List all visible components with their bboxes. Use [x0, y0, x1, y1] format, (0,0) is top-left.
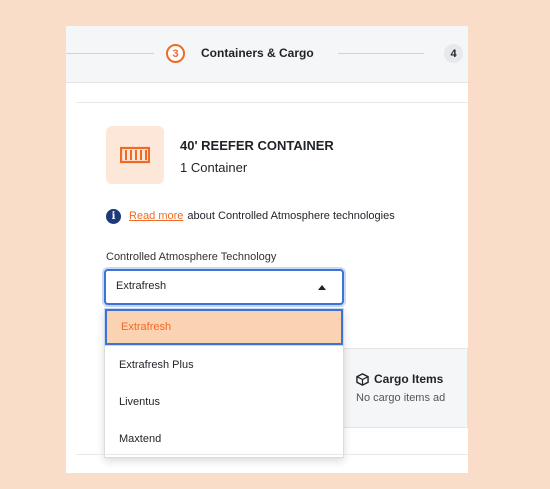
ca-option-maxtend[interactable]: Maxtend	[105, 421, 343, 457]
ca-options-dropdown: Extrafresh Extrafresh Plus Liventus Maxt…	[104, 308, 344, 458]
ca-option-extrafresh[interactable]: Extrafresh	[105, 309, 343, 345]
step-4-indicator[interactable]: 4	[444, 44, 463, 63]
ca-info-row: i Read more about Controlled Atmosphere …	[106, 207, 395, 225]
progress-stepper: 3 Containers & Cargo 4	[66, 26, 468, 83]
chevron-up-icon[interactable]	[318, 285, 326, 290]
section-divider	[76, 454, 468, 455]
info-text: about Controlled Atmosphere technologies	[187, 210, 395, 222]
container-title: 40' REEFER CONTAINER	[180, 138, 334, 153]
ca-option-liventus[interactable]: Liventus	[105, 384, 343, 420]
stepper-line	[66, 53, 154, 54]
info-icon: i	[106, 208, 121, 224]
ca-select-value: Extrafresh	[116, 280, 167, 292]
section-divider	[76, 102, 468, 103]
main-card: 3 Containers & Cargo 4 40' REEFER CONTAI…	[66, 26, 468, 473]
stepper-line	[338, 53, 424, 54]
package-icon	[356, 372, 369, 386]
cargo-items-title: Cargo Items	[356, 372, 443, 386]
container-count: 1 Container	[180, 160, 248, 175]
ca-technology-select[interactable]: Extrafresh	[104, 269, 344, 305]
read-more-link[interactable]: Read more	[129, 210, 183, 222]
ca-option-extrafresh-plus[interactable]: Extrafresh Plus	[105, 347, 343, 383]
step-3-indicator[interactable]: 3	[166, 44, 185, 63]
step-3-label[interactable]: Containers & Cargo	[201, 46, 314, 60]
ca-field-label: Controlled Atmosphere Technology	[106, 251, 277, 263]
cargo-empty-text: No cargo items ad	[356, 392, 446, 404]
reefer-container-icon	[106, 126, 164, 184]
